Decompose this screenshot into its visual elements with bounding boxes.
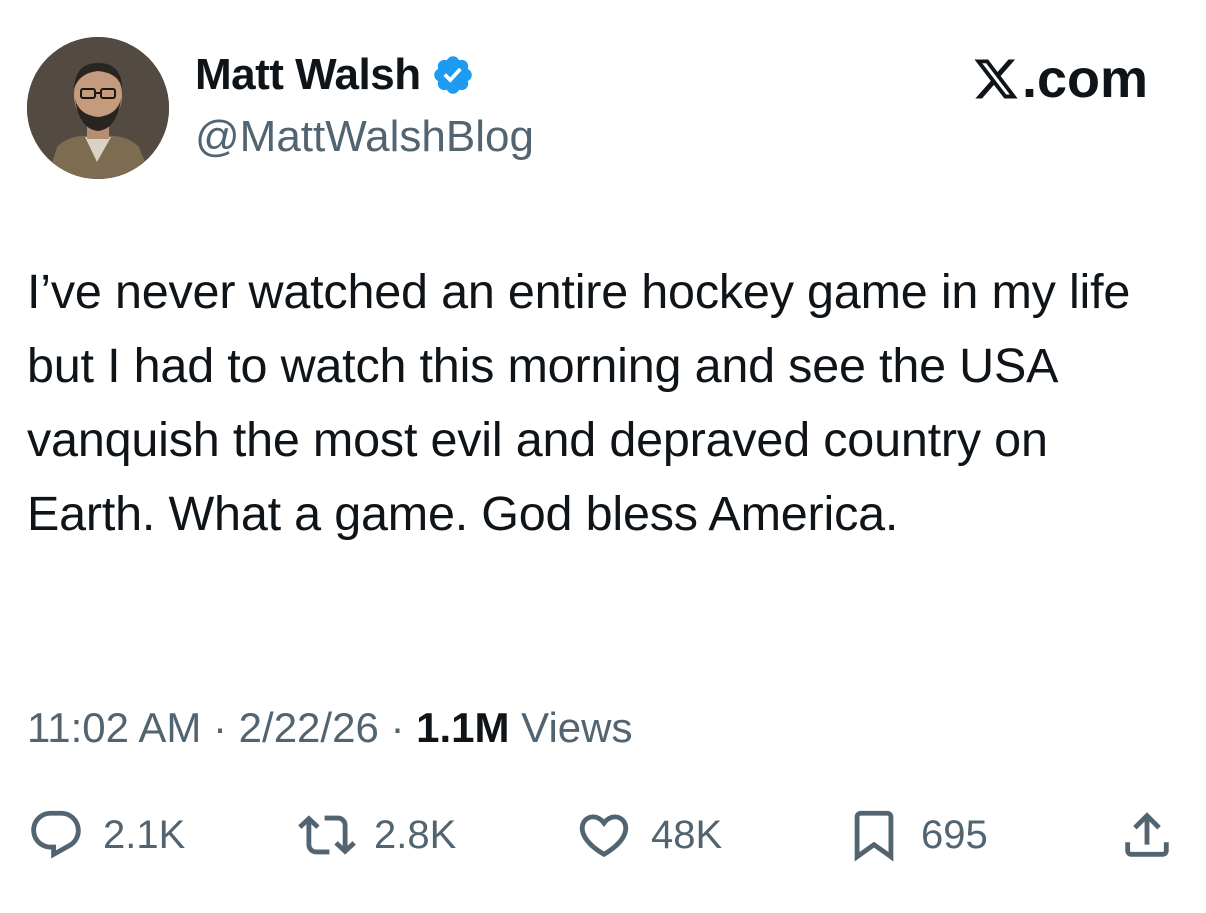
user-handle[interactable]: @MattWalshBlog <box>195 112 534 162</box>
display-name[interactable]: Matt Walsh <box>195 50 475 100</box>
brand-wordmark: .com <box>972 48 1148 110</box>
tweet-text: I’ve never watched an entire hockey game… <box>27 265 1131 541</box>
meta-separator: · <box>201 704 239 751</box>
bookmark-button[interactable]: 695 <box>845 800 988 870</box>
tweet-time[interactable]: 11:02 AM <box>27 704 201 751</box>
bookmark-count: 695 <box>921 812 988 857</box>
avatar[interactable] <box>27 37 169 179</box>
tweet-date[interactable]: 2/22/26 <box>239 704 379 751</box>
views-count: 1.1M <box>416 704 510 751</box>
repost-count: 2.8K <box>374 812 457 857</box>
views-label: Views <box>509 704 633 751</box>
tweet-meta: 11:02 AM · 2/22/26 · 1.1M Views <box>27 704 632 752</box>
like-button[interactable]: 48K <box>575 800 722 870</box>
bookmark-icon <box>854 810 894 862</box>
reply-icon <box>31 810 81 859</box>
action-bar: 2.1K 2.8K 48K 695 <box>0 800 1206 870</box>
meta-separator: · <box>378 704 417 751</box>
avatar-image <box>27 37 169 179</box>
share-button[interactable] <box>1118 800 1176 870</box>
repost-icon <box>298 815 356 855</box>
display-name-text: Matt Walsh <box>195 50 421 99</box>
verified-badge-icon <box>431 53 475 97</box>
share-icon <box>1125 812 1169 857</box>
reply-count: 2.1K <box>103 812 186 857</box>
repost-button[interactable]: 2.8K <box>298 800 456 870</box>
reply-button[interactable]: 2.1K <box>27 800 185 870</box>
like-count: 48K <box>651 812 723 857</box>
x-logo-icon <box>974 59 1018 99</box>
brand-domain: .com <box>1021 49 1148 109</box>
like-icon <box>579 814 629 858</box>
